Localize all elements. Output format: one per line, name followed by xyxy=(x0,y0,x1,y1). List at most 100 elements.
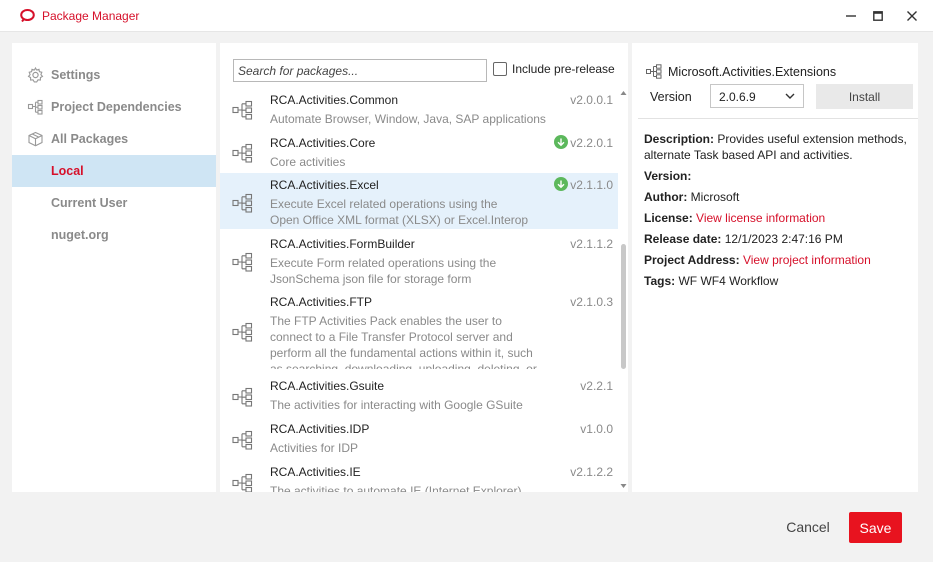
package-description: Activities for IDP xyxy=(270,441,359,455)
package-version: v1.0.0 xyxy=(580,422,613,436)
package-name: RCA.Activities.FTP xyxy=(270,295,373,309)
tags-field: Tags: WF WF4 Workflow xyxy=(644,273,914,289)
package-version: v2.0.0.1 xyxy=(570,93,613,107)
author-label: Author: xyxy=(644,190,688,204)
release-date-value: 12/1/2023 2:47:16 PM xyxy=(724,232,843,246)
package-icon xyxy=(232,252,253,272)
package-name: RCA.Activities.Core xyxy=(270,136,376,150)
package-icon xyxy=(232,193,253,213)
nav-item-label: All Packages xyxy=(51,132,129,146)
source-nav-panel: Settings Project Dependencies All Packag… xyxy=(12,43,216,492)
package-description: The activities to automate IE (Internet … xyxy=(270,484,522,492)
version-field: Version: xyxy=(644,168,914,184)
package-name: RCA.Activities.Common xyxy=(270,93,399,107)
package-version: v2.2.0.1 xyxy=(570,136,613,150)
license-label: License: xyxy=(644,211,693,225)
nav-item-current-user[interactable]: Current User xyxy=(12,187,216,219)
close-icon xyxy=(907,11,917,21)
package-list: RCA.Activities.Common Automate Browser, … xyxy=(220,89,620,492)
nav-item-label: Local xyxy=(51,164,84,178)
package-icon xyxy=(232,143,253,163)
package-list-panel: Include pre-release RCA.Activities.Commo… xyxy=(220,43,628,492)
package-name: RCA.Activities.Gsuite xyxy=(270,379,385,393)
package-icon xyxy=(232,387,253,407)
author-value: Microsoft xyxy=(690,190,740,204)
license-field: License: View license information xyxy=(644,210,914,226)
package-description: Core activities xyxy=(270,155,346,169)
package-name: RCA.Activities.FormBuilder xyxy=(270,237,415,251)
package-row-selected[interactable]: RCA.Activities.Excel Execute Excel relat… xyxy=(220,173,618,229)
package-row[interactable]: RCA.Activities.Core Core activities v2.2… xyxy=(220,132,618,172)
package-list-scrollbar[interactable] xyxy=(620,89,627,492)
update-available-icon[interactable] xyxy=(554,135,568,149)
package-row[interactable]: RCA.Activities.IDP Activities for IDP v1… xyxy=(220,418,618,458)
author-field: Author: Microsoft xyxy=(644,189,914,205)
version-label: Version xyxy=(650,90,692,104)
version-info-label: Version: xyxy=(644,169,692,183)
nav-item-project-dependencies[interactable]: Project Dependencies xyxy=(12,91,216,123)
project-link[interactable]: View project information xyxy=(743,253,871,267)
install-button[interactable]: Install xyxy=(816,84,913,109)
maximize-icon xyxy=(873,11,883,21)
chevron-down-icon xyxy=(785,93,795,99)
nav-item-settings[interactable]: Settings xyxy=(12,59,216,91)
title-bar: Package Manager xyxy=(0,0,933,32)
nav-item-all-packages[interactable]: All Packages xyxy=(12,123,216,155)
nav-item-label: Current User xyxy=(51,196,128,210)
nav-item-label: Settings xyxy=(51,68,101,82)
project-address-field: Project Address: View project informatio… xyxy=(644,252,914,268)
package-row[interactable]: RCA.Activities.Common Automate Browser, … xyxy=(220,89,618,129)
package-description: The activities for interacting with Goog… xyxy=(270,398,523,412)
close-button[interactable] xyxy=(901,6,923,26)
save-button[interactable]: Save xyxy=(849,512,902,543)
package-row[interactable]: RCA.Activities.FormBuilder Execute Form … xyxy=(220,233,618,289)
package-version: v2.1.2.2 xyxy=(570,465,613,479)
tags-label: Tags: xyxy=(644,274,676,288)
window-title: Package Manager xyxy=(42,9,140,23)
scroll-thumb[interactable] xyxy=(621,244,626,369)
nav-item-label: nuget.org xyxy=(51,228,109,242)
license-link[interactable]: View license information xyxy=(696,211,825,225)
package-row[interactable]: RCA.Activities.IE The activities to auto… xyxy=(220,461,618,492)
version-dropdown[interactable]: 2.0.6.9 xyxy=(710,84,804,108)
package-version: v2.1.1.2 xyxy=(570,237,613,251)
version-dropdown-value: 2.0.6.9 xyxy=(719,90,756,104)
package-icon xyxy=(646,64,662,79)
update-available-icon[interactable] xyxy=(554,177,568,191)
nav-item-local[interactable]: Local xyxy=(12,155,216,187)
app-logo-icon xyxy=(20,9,35,22)
dependency-icon xyxy=(27,99,43,115)
package-version: v2.1.1.0 xyxy=(570,178,613,192)
scroll-up-arrow-icon[interactable] xyxy=(620,89,627,97)
divider xyxy=(638,118,918,119)
nav-item-label: Project Dependencies xyxy=(51,100,182,114)
package-description: Execute Excel related operations using t… xyxy=(270,197,529,227)
search-input[interactable] xyxy=(233,59,487,82)
package-description: Execute Form related operations using th… xyxy=(270,256,497,286)
packages-icon xyxy=(28,131,43,147)
description-field: Description: Provides useful extension m… xyxy=(644,131,914,163)
checkbox-box[interactable] xyxy=(493,62,507,76)
scroll-down-arrow-icon[interactable] xyxy=(620,482,627,490)
package-name: RCA.Activities.IE xyxy=(270,465,361,479)
package-row[interactable]: RCA.Activities.Gsuite The activities for… xyxy=(220,375,618,415)
package-version: v2.2.1 xyxy=(580,379,613,393)
project-address-label: Project Address: xyxy=(644,253,740,267)
package-description: Automate Browser, Window, Java, SAP appl… xyxy=(270,112,546,126)
package-icon xyxy=(232,473,253,492)
package-name: RCA.Activities.IDP xyxy=(270,422,370,436)
tags-value: WF WF4 Workflow xyxy=(678,274,779,288)
nav-item-nuget-org[interactable]: nuget.org xyxy=(12,219,216,251)
minimize-icon xyxy=(846,15,856,17)
include-prerelease-checkbox[interactable]: Include pre-release xyxy=(493,62,615,76)
package-details-panel: Microsoft.Activities.Extensions Version … xyxy=(632,43,918,492)
package-icon xyxy=(232,100,253,120)
cancel-button[interactable]: Cancel xyxy=(779,512,837,542)
minimize-button[interactable] xyxy=(840,6,862,26)
maximize-button[interactable] xyxy=(867,6,889,26)
package-row[interactable]: RCA.Activities.FTP The FTP Activities Pa… xyxy=(220,291,618,371)
release-date-field: Release date: 12/1/2023 2:47:16 PM xyxy=(644,231,914,247)
package-description: The FTP Activities Pack enables the user… xyxy=(270,314,537,369)
description-label: Description: xyxy=(644,132,715,146)
release-date-label: Release date: xyxy=(644,232,722,246)
